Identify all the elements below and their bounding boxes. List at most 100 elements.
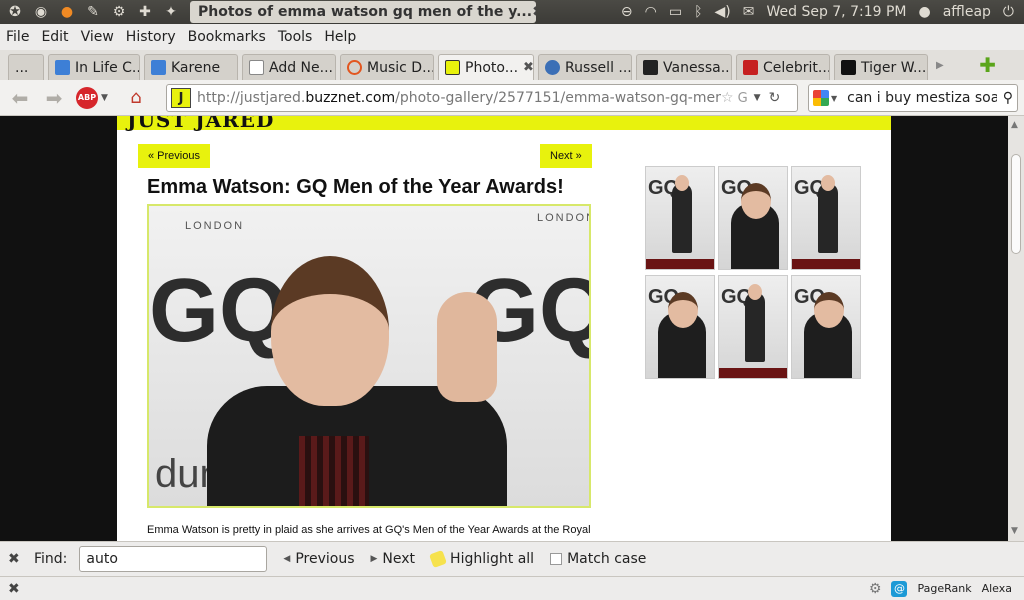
find-input[interactable]: auto: [79, 546, 268, 572]
tab-favicon-icon: [643, 60, 658, 75]
wifi-icon[interactable]: ◠: [645, 4, 657, 20]
settings-icon[interactable]: ⚙: [108, 2, 130, 22]
puzzle-icon[interactable]: ✚: [134, 2, 156, 22]
back-button[interactable]: ⬅: [6, 84, 34, 112]
menu-history[interactable]: History: [126, 29, 176, 45]
minus-icon[interactable]: ⊖: [621, 4, 633, 20]
gear-icon[interactable]: ⚙: [869, 581, 882, 597]
previous-photo-button[interactable]: « Previous: [138, 144, 210, 168]
tab-label: Russell ...: [565, 59, 632, 76]
pagerank-label[interactable]: PageRank: [917, 582, 971, 595]
tab-karene[interactable]: Karene: [144, 54, 238, 80]
search-icon[interactable]: ⚲: [1003, 90, 1013, 106]
menu-help[interactable]: Help: [324, 29, 356, 45]
mail-icon[interactable]: ✉: [743, 4, 755, 20]
user-icon: ●: [918, 4, 931, 20]
google-icon[interactable]: [813, 90, 829, 106]
menu-file[interactable]: File: [6, 29, 29, 45]
tab-overflow[interactable]: ...: [8, 54, 44, 80]
menu-bar: File Edit View History Bookmarks Tools H…: [0, 24, 1024, 50]
scroll-down-icon[interactable]: ▼: [1011, 526, 1018, 536]
page-viewport: JUST JARED « Previous Next » Emma Watson…: [0, 116, 1008, 541]
alexa-label[interactable]: Alexa: [982, 582, 1012, 595]
photo-plaid-dress: [299, 436, 369, 506]
tab-photo-active[interactable]: Photo... ✖: [438, 54, 534, 80]
url-path: /photo-gallery/2577151/emma-watson-gq-me…: [395, 90, 721, 106]
url-bar[interactable]: J http://justjared.buzznet.com/photo-gal…: [166, 84, 798, 112]
firefox-icon[interactable]: ●: [56, 2, 78, 22]
close-icon[interactable]: ✖: [532, 4, 536, 20]
home-icon[interactable]: ⌂: [122, 84, 150, 112]
search-engine-dropdown-icon[interactable]: ▼: [831, 94, 837, 103]
highlight-all-button[interactable]: Highlight all: [429, 550, 534, 568]
window-title[interactable]: Photos of emma watson gq men of the y...…: [190, 1, 536, 23]
tab-label: ...: [15, 59, 29, 76]
tab-tiger[interactable]: Tiger W...: [834, 54, 928, 80]
reload-icon[interactable]: ↻: [769, 90, 781, 106]
url-dropdown-icon[interactable]: ▼: [754, 93, 761, 103]
menu-bookmarks[interactable]: Bookmarks: [188, 29, 266, 45]
search-input[interactable]: can i buy mestiza soap?: [847, 90, 997, 106]
bluetooth-icon[interactable]: ᛒ: [694, 4, 702, 20]
thumbnail[interactable]: GQ: [645, 275, 715, 379]
checkbox-icon: [550, 553, 563, 565]
photo-waving-hand: [437, 292, 497, 402]
menu-edit[interactable]: Edit: [41, 29, 68, 45]
tab-favicon-icon: [841, 60, 856, 75]
thumbnail[interactable]: GQ: [718, 166, 788, 270]
thumbnail[interactable]: GQ: [718, 275, 788, 379]
star-icon[interactable]: ☆: [721, 90, 734, 106]
tab-add-new[interactable]: Add Ne...: [242, 54, 336, 80]
tab-close-icon[interactable]: ✖: [523, 60, 533, 75]
find-label: Find:: [34, 551, 68, 567]
tab-scroll-icon[interactable]: ▶: [936, 60, 944, 71]
navigation-bar: ⬅ ➡ ABP ▼ ⌂ J http://justjared.buzznet.c…: [0, 80, 1024, 116]
forward-button[interactable]: ➡: [40, 84, 68, 112]
adblock-dropdown-icon[interactable]: ▼: [101, 93, 108, 103]
next-photo-button[interactable]: Next »: [540, 144, 592, 168]
ubuntu-logo-icon[interactable]: ✪: [4, 2, 26, 22]
thumbnail[interactable]: GQ: [791, 275, 861, 379]
site-identity-icon[interactable]: J: [171, 88, 191, 108]
tab-music[interactable]: Music D...: [340, 54, 434, 80]
volume-icon[interactable]: ◀): [715, 4, 731, 20]
photo-caption: Emma Watson is pretty in plaid as she ar…: [147, 524, 591, 541]
find-previous-button[interactable]: ◀ Previous: [283, 551, 354, 567]
clock-text[interactable]: Wed Sep 7, 7:19 PM: [766, 4, 906, 20]
extension-icon[interactable]: ✦: [160, 2, 182, 22]
status-bar: ✖ ⚙ @ PageRank Alexa: [0, 576, 1024, 600]
tab-label: Vanessa...: [663, 59, 732, 76]
tab-in-life[interactable]: In Life C...: [48, 54, 140, 80]
menu-view[interactable]: View: [81, 29, 114, 45]
main-photo[interactable]: LONDON LONDON GQ GQ dunhill: [147, 204, 591, 508]
at-icon[interactable]: @: [891, 580, 908, 597]
tab-favicon-icon: [55, 60, 70, 75]
tab-celebrity[interactable]: Celebrit...: [736, 54, 830, 80]
adblock-label: ABP: [77, 93, 97, 102]
url-text[interactable]: http://justjared.buzznet.com/photo-galle…: [197, 90, 721, 106]
power-icon[interactable]: ⏻: [1003, 4, 1014, 20]
url-domain: buzznet.com: [305, 90, 396, 106]
tab-label: Celebrit...: [763, 59, 830, 76]
vertical-scrollbar[interactable]: ▲ ▼: [1008, 116, 1024, 541]
user-name[interactable]: affleap: [943, 4, 991, 20]
tab-vanessa[interactable]: Vanessa...: [636, 54, 732, 80]
find-close-icon[interactable]: ✖: [8, 551, 24, 567]
menu-tools[interactable]: Tools: [278, 29, 313, 45]
top-panel: ✪ ◉ ● ✎ ⚙ ✚ ✦ Photos of emma watson gq m…: [0, 0, 1024, 24]
battery-icon[interactable]: ▭: [669, 4, 682, 20]
thumbnail[interactable]: GQ: [645, 166, 715, 270]
match-case-checkbox[interactable]: Match case: [550, 551, 646, 567]
scroll-up-icon[interactable]: ▲: [1011, 120, 1018, 130]
scroll-thumb[interactable]: [1011, 154, 1021, 254]
adblock-icon[interactable]: ABP: [76, 86, 98, 109]
thumbnail[interactable]: GQ: [791, 166, 861, 270]
editor-icon[interactable]: ✎: [82, 2, 104, 22]
app-launcher-icon[interactable]: ◉: [30, 2, 52, 22]
site-logo[interactable]: JUST JARED: [127, 116, 274, 132]
find-next-button[interactable]: ▶ Next: [371, 551, 416, 567]
tab-russell[interactable]: Russell ...: [538, 54, 632, 80]
search-bar[interactable]: ▼ can i buy mestiza soap? ⚲: [808, 84, 1018, 112]
new-tab-icon[interactable]: ✚: [979, 53, 996, 77]
status-close-icon[interactable]: ✖: [8, 581, 20, 597]
